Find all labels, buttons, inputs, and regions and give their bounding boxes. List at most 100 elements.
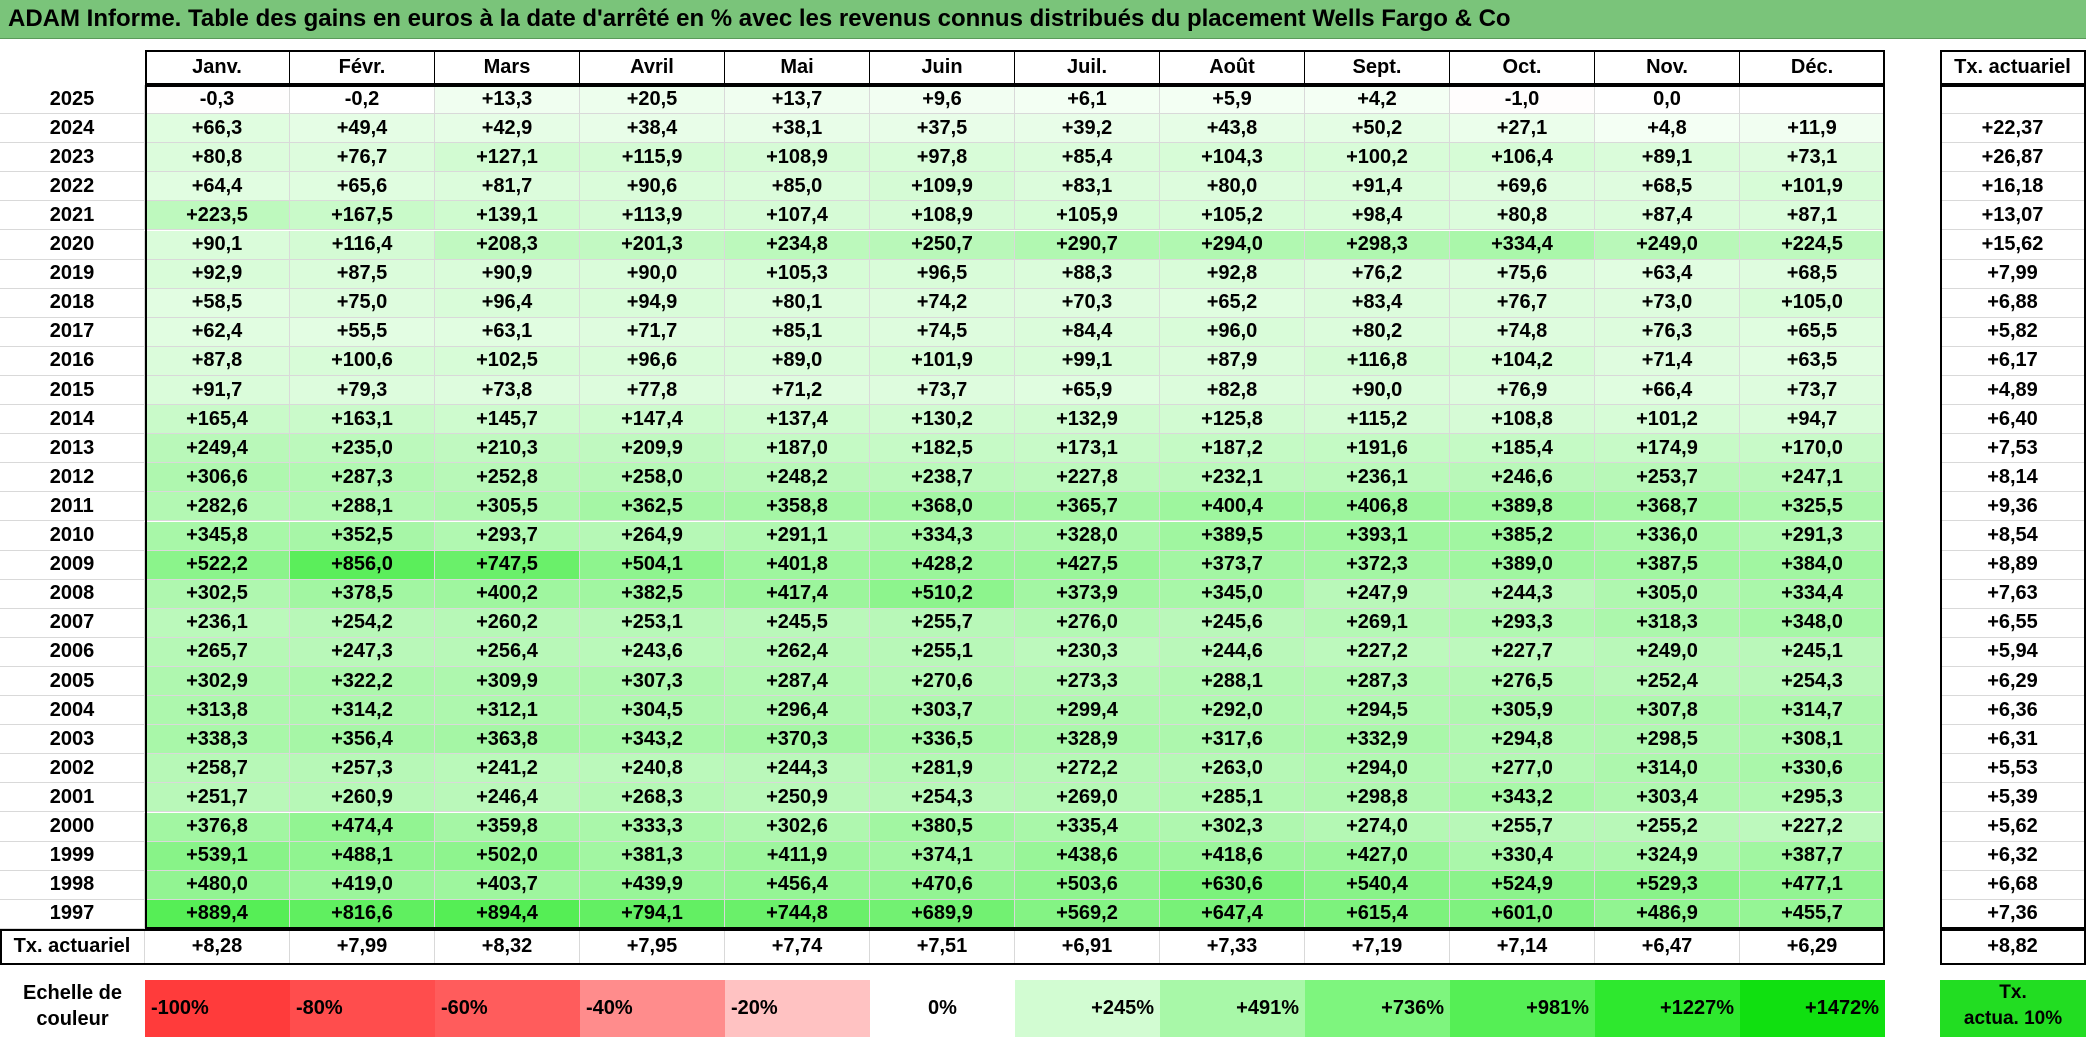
gain-cell: +368,0: [870, 492, 1015, 522]
gain-cell: +65,6: [290, 172, 435, 202]
gain-cell: +400,2: [435, 579, 580, 609]
rate-cell: +5,62: [1940, 812, 2086, 842]
gain-cell: +238,7: [870, 463, 1015, 493]
gain-cell: +252,8: [435, 463, 580, 493]
gain-cell: +55,5: [290, 317, 435, 347]
scale-swatch: +1227%: [1595, 980, 1740, 1037]
rate-cell: +8,14: [1940, 463, 2086, 493]
gain-cell: +236,1: [145, 608, 290, 638]
gain-cell: +601,0: [1450, 899, 1595, 929]
gain-cell: +522,2: [145, 550, 290, 580]
gain-cell: +116,4: [290, 230, 435, 260]
gain-cell: +455,7: [1740, 899, 1885, 929]
scale-swatch: -100%: [145, 980, 290, 1037]
rate-cell: +6,29: [1940, 667, 2086, 697]
rate-cell: +6,40: [1940, 405, 2086, 435]
gain-cell: +101,9: [870, 346, 1015, 376]
gain-cell: +334,4: [1450, 230, 1595, 260]
gain-cell: +428,2: [870, 550, 1015, 580]
gain-cell: +302,3: [1160, 812, 1305, 842]
gain-cell: +73,8: [435, 376, 580, 406]
gain-cell: +296,4: [725, 696, 870, 726]
gain-cell: +94,9: [580, 288, 725, 318]
gain-cell: +107,4: [725, 201, 870, 231]
gain-cell: +389,0: [1450, 550, 1595, 580]
scale-swatch: -60%: [435, 980, 580, 1037]
gain-cell: +80,0: [1160, 172, 1305, 202]
gain-cell: +376,8: [145, 812, 290, 842]
gain-cell: +65,9: [1015, 376, 1160, 406]
gain-cell: +74,8: [1450, 317, 1595, 347]
gain-cell: +187,0: [725, 434, 870, 464]
rate-cell: +7,63: [1940, 579, 2086, 609]
gain-cell: +246,6: [1450, 463, 1595, 493]
gain-cell: +246,4: [435, 783, 580, 813]
gain-cell: +274,0: [1305, 812, 1450, 842]
gain-cell: +258,7: [145, 754, 290, 784]
gain-cell: +139,1: [435, 201, 580, 231]
gain-cell: 0,0: [1595, 85, 1740, 115]
gain-cell: +309,9: [435, 667, 580, 697]
gain-cell: +312,1: [435, 696, 580, 726]
gain-cell: +50,2: [1305, 114, 1450, 144]
year-label: 2015: [0, 376, 145, 406]
gain-cell: +334,4: [1740, 579, 1885, 609]
gain-cell: +255,2: [1595, 812, 1740, 842]
gain-cell: +247,9: [1305, 579, 1450, 609]
footer-rate-cell: +8,32: [435, 928, 580, 965]
footer-label: Tx. actuariel: [0, 928, 145, 965]
gain-cell: +295,3: [1740, 783, 1885, 813]
gain-cell: +373,9: [1015, 579, 1160, 609]
gain-cell: +529,3: [1595, 870, 1740, 900]
rate-cell: +7,99: [1940, 259, 2086, 289]
gain-cell: +247,1: [1740, 463, 1885, 493]
gain-cell: +254,3: [1740, 667, 1885, 697]
gain-cell: +105,3: [725, 259, 870, 289]
gain-cell: +108,8: [1450, 405, 1595, 435]
gain-cell: +115,9: [580, 143, 725, 173]
gain-cell: +173,1: [1015, 434, 1160, 464]
gain-cell: +75,0: [290, 288, 435, 318]
rate-cell: +6,31: [1940, 725, 2086, 755]
gain-cell: +4,8: [1595, 114, 1740, 144]
gain-cell: +108,9: [870, 201, 1015, 231]
year-label: 2007: [0, 608, 145, 638]
gain-cell: +65,2: [1160, 288, 1305, 318]
gain-cell: +334,3: [870, 521, 1015, 551]
gain-cell: +90,9: [435, 259, 580, 289]
gain-cell: +106,4: [1450, 143, 1595, 173]
tx-actua-legend: Tx. actua. 10%: [1940, 980, 2086, 1037]
year-label: 2004: [0, 696, 145, 726]
gain-cell: +210,3: [435, 434, 580, 464]
gain-cell: +317,6: [1160, 725, 1305, 755]
year-label: 2003: [0, 725, 145, 755]
gain-cell: +381,3: [580, 841, 725, 871]
gain-cell: +80,8: [1450, 201, 1595, 231]
gain-cell: +232,1: [1160, 463, 1305, 493]
footer-rate-total: +8,82: [1940, 928, 2086, 965]
gain-cell: +248,2: [725, 463, 870, 493]
year-label: 2012: [0, 463, 145, 493]
gain-cell: +438,6: [1015, 841, 1160, 871]
gain-cell: +387,7: [1740, 841, 1885, 871]
rate-cell: +6,55: [1940, 608, 2086, 638]
gain-cell: +11,9: [1740, 114, 1885, 144]
gain-cell: +816,6: [290, 899, 435, 929]
gain-cell: +343,2: [1450, 783, 1595, 813]
year-label: 2008: [0, 579, 145, 609]
gain-cell: -0,2: [290, 85, 435, 115]
gain-cell: +287,4: [725, 667, 870, 697]
gain-cell: +182,5: [870, 434, 1015, 464]
footer-rate-cell: +7,51: [870, 928, 1015, 965]
gain-cell: +406,8: [1305, 492, 1450, 522]
gain-cell: +302,9: [145, 667, 290, 697]
gain-cell: +263,0: [1160, 754, 1305, 784]
month-header: Avril: [580, 50, 725, 85]
gain-cell: +100,6: [290, 346, 435, 376]
gain-cell: +165,4: [145, 405, 290, 435]
gain-cell: +894,4: [435, 899, 580, 929]
gain-cell: +382,5: [580, 579, 725, 609]
gain-cell: +313,8: [145, 696, 290, 726]
gain-cell: +333,3: [580, 812, 725, 842]
gain-cell: +298,5: [1595, 725, 1740, 755]
